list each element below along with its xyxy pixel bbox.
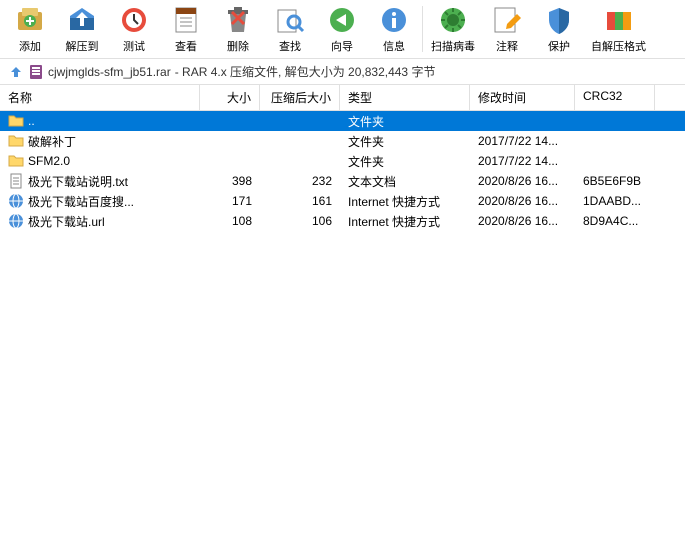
extract-button[interactable]: 解压到 bbox=[56, 2, 108, 56]
path-info: - RAR 4.x 压缩文件, 解包大小为 20,832,443 字节 bbox=[175, 63, 436, 80]
file-type: 文件夹 bbox=[340, 151, 470, 172]
file-csize bbox=[260, 139, 340, 143]
tool-label: 自解压格式 bbox=[591, 38, 646, 54]
file-size bbox=[200, 119, 260, 123]
file-date bbox=[470, 119, 575, 123]
find-button[interactable]: 查找 bbox=[264, 2, 316, 56]
file-date: 2017/7/22 14... bbox=[470, 132, 575, 150]
folder-icon bbox=[8, 133, 24, 149]
add-icon bbox=[14, 4, 46, 36]
folder-icon bbox=[8, 153, 24, 169]
tool-label: 添加 bbox=[19, 38, 41, 54]
find-icon bbox=[274, 4, 306, 36]
file-crc: 6B5E6F9B bbox=[575, 172, 655, 190]
comment-button[interactable]: 注释 bbox=[481, 2, 533, 56]
file-name: .. bbox=[28, 114, 35, 128]
col-header-name[interactable]: 名称 bbox=[0, 85, 200, 110]
path-filename[interactable]: cjwjmglds-sfm_jb51.rar bbox=[48, 65, 171, 79]
file-name: SFM2.0 bbox=[28, 154, 70, 168]
file-type: Internet 快捷方式 bbox=[340, 211, 470, 232]
tool-label: 向导 bbox=[331, 38, 353, 54]
tool-label: 测试 bbox=[123, 38, 145, 54]
file-name: 破解补丁 bbox=[28, 133, 76, 150]
info-icon bbox=[378, 4, 410, 36]
tool-label: 查看 bbox=[175, 38, 197, 54]
view-button[interactable]: 查看 bbox=[160, 2, 212, 56]
folder-up-icon bbox=[8, 113, 24, 129]
toolbar: 添加 解压到 测试 查看 删除 查找 向导 信息 扫描病毒 注释 保护 自解压格式 bbox=[0, 0, 685, 59]
file-size bbox=[200, 139, 260, 143]
file-type: 文件夹 bbox=[340, 111, 470, 132]
table-row[interactable]: 极光下载站.url 108 106 Internet 快捷方式 2020/8/2… bbox=[0, 211, 685, 231]
info-button[interactable]: 信息 bbox=[368, 2, 420, 56]
file-csize: 161 bbox=[260, 192, 340, 210]
path-bar: cjwjmglds-sfm_jb51.rar - RAR 4.x 压缩文件, 解… bbox=[0, 59, 685, 85]
file-name: 极光下载站.url bbox=[28, 213, 105, 230]
test-button[interactable]: 测试 bbox=[108, 2, 160, 56]
file-crc: 8D9A4C... bbox=[575, 212, 655, 230]
add-button[interactable]: 添加 bbox=[4, 2, 56, 56]
col-header-csize[interactable]: 压缩后大小 bbox=[260, 85, 340, 110]
file-crc bbox=[575, 119, 655, 123]
table-row[interactable]: 破解补丁 文件夹 2017/7/22 14... bbox=[0, 131, 685, 151]
col-header-type[interactable]: 类型 bbox=[340, 85, 470, 110]
url-icon bbox=[8, 193, 24, 209]
txt-icon bbox=[8, 173, 24, 189]
sfx-button[interactable]: 自解压格式 bbox=[585, 2, 652, 56]
protect-icon bbox=[543, 4, 575, 36]
rar-file-icon bbox=[28, 64, 44, 80]
file-crc bbox=[575, 139, 655, 143]
file-type: 文件夹 bbox=[340, 131, 470, 152]
table-row[interactable]: 极光下载站说明.txt 398 232 文本文档 2020/8/26 16...… bbox=[0, 171, 685, 191]
tool-label: 删除 bbox=[227, 38, 249, 54]
sfx-icon bbox=[603, 4, 635, 36]
view-icon bbox=[170, 4, 202, 36]
tool-label: 解压到 bbox=[66, 38, 99, 54]
test-icon bbox=[118, 4, 150, 36]
table-row[interactable]: 极光下载站百度搜... 171 161 Internet 快捷方式 2020/8… bbox=[0, 191, 685, 211]
tool-label: 扫描病毒 bbox=[431, 38, 475, 54]
delete-button[interactable]: 删除 bbox=[212, 2, 264, 56]
file-crc bbox=[575, 159, 655, 163]
tool-label: 查找 bbox=[279, 38, 301, 54]
file-type: Internet 快捷方式 bbox=[340, 191, 470, 212]
wizard-icon bbox=[326, 4, 358, 36]
file-csize: 106 bbox=[260, 212, 340, 230]
file-list: .. 文件夹 破解补丁 文件夹 2017/7/22 14... SFM2.0 文… bbox=[0, 111, 685, 541]
up-icon[interactable] bbox=[8, 64, 24, 80]
file-size: 398 bbox=[200, 172, 260, 190]
tool-label: 注释 bbox=[496, 38, 518, 54]
protect-button[interactable]: 保护 bbox=[533, 2, 585, 56]
tool-label: 信息 bbox=[383, 38, 405, 54]
col-header-size[interactable]: 大小 bbox=[200, 85, 260, 110]
comment-icon bbox=[491, 4, 523, 36]
tool-label: 保护 bbox=[548, 38, 570, 54]
scan-icon bbox=[437, 4, 469, 36]
scan-button[interactable]: 扫描病毒 bbox=[425, 2, 481, 56]
table-row[interactable]: SFM2.0 文件夹 2017/7/22 14... bbox=[0, 151, 685, 171]
table-row[interactable]: .. 文件夹 bbox=[0, 111, 685, 131]
list-header: 名称 大小 压缩后大小 类型 修改时间 CRC32 bbox=[0, 85, 685, 111]
file-size: 108 bbox=[200, 212, 260, 230]
file-name: 极光下载站百度搜... bbox=[28, 193, 134, 210]
file-date: 2020/8/26 16... bbox=[470, 172, 575, 190]
col-header-date[interactable]: 修改时间 bbox=[470, 85, 575, 110]
file-csize: 232 bbox=[260, 172, 340, 190]
file-csize bbox=[260, 159, 340, 163]
file-crc: 1DAABD... bbox=[575, 192, 655, 210]
file-date: 2020/8/26 16... bbox=[470, 192, 575, 210]
file-csize bbox=[260, 119, 340, 123]
file-date: 2020/8/26 16... bbox=[470, 212, 575, 230]
file-size: 171 bbox=[200, 192, 260, 210]
wizard-button[interactable]: 向导 bbox=[316, 2, 368, 56]
file-size bbox=[200, 159, 260, 163]
file-name: 极光下载站说明.txt bbox=[28, 173, 128, 190]
url-icon bbox=[8, 213, 24, 229]
delete-icon bbox=[222, 4, 254, 36]
file-type: 文本文档 bbox=[340, 171, 470, 192]
extract-icon bbox=[66, 4, 98, 36]
file-date: 2017/7/22 14... bbox=[470, 152, 575, 170]
col-header-crc[interactable]: CRC32 bbox=[575, 85, 655, 110]
